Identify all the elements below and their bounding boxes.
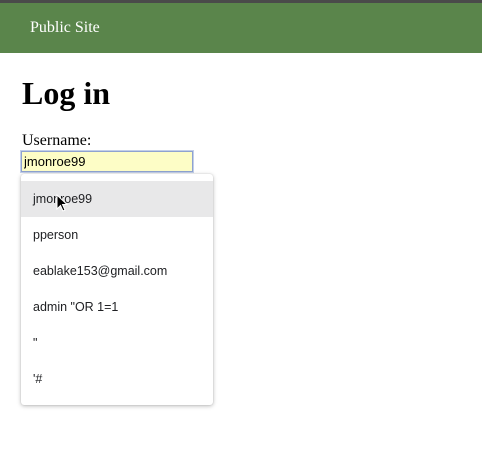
username-label: Username:	[22, 132, 92, 149]
brand-link[interactable]: Public Site	[30, 19, 100, 37]
autocomplete-item[interactable]: '#	[21, 361, 213, 397]
autocomplete-item[interactable]: admin "OR 1=1	[21, 289, 213, 325]
username-input[interactable]	[20, 150, 194, 173]
autocomplete-item[interactable]: jmonroe99	[21, 181, 213, 217]
autocomplete-dropdown: jmonroe99 pperson eablake153@gmail.com a…	[21, 174, 213, 405]
navbar: Public Site	[0, 3, 482, 53]
autocomplete-list: jmonroe99 pperson eablake153@gmail.com a…	[21, 174, 213, 397]
page-title: Log in	[22, 75, 111, 111]
autocomplete-item[interactable]: "	[21, 325, 213, 361]
autocomplete-item[interactable]: pperson	[21, 217, 213, 253]
autocomplete-item[interactable]: eablake153@gmail.com	[21, 253, 213, 289]
